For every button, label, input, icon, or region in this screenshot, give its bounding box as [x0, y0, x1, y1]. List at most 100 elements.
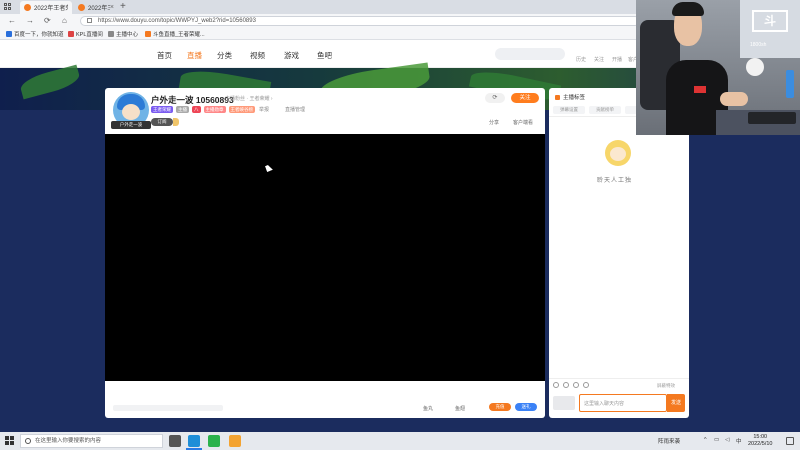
fishfin-control[interactable]: 鱼翅 — [455, 405, 465, 412]
new-tab-button[interactable]: + — [120, 1, 126, 12]
windows-taskbar: 在这里输入你要搜索的内容 阵雨来袭 ^ ▭ ◁ 中 15:00 2022/5/1… — [0, 432, 800, 450]
webcam-overlay: 斗 1800sh — [636, 0, 800, 135]
avatar-face — [122, 104, 140, 120]
gift-bar: 鱼丸 鱼翅 充值 送礼 — [105, 381, 545, 418]
search-icon — [25, 438, 31, 444]
cam-monitor: 斗 1800sh — [740, 0, 800, 58]
nav-item-live[interactable]: 直播 — [187, 50, 202, 61]
gift-icon[interactable] — [583, 382, 589, 388]
chat-header: 主播标签 — [555, 93, 585, 101]
browser-tab-second[interactable]: 2022年王者荣耀五五开黑节 × — [74, 1, 118, 14]
clock[interactable]: 15:00 2022/5/10 — [748, 434, 772, 448]
chat-panel: 主播标签 弹幕设置 贡献榜单 贵宾 聆天人工独 屏蔽特效 这里输入聊天内容 发送 — [549, 88, 689, 418]
mascot-caption: 聆天人工独 — [597, 178, 633, 184]
nav-broadcast-link[interactable]: 开播 — [612, 56, 622, 63]
room-title: 户外走一波 10560893 — [151, 95, 234, 105]
weather-widget[interactable]: 阵雨来袭 — [658, 437, 680, 445]
window-menu-icon[interactable] — [4, 3, 12, 11]
recharge-button[interactable]: 充值 — [489, 403, 511, 411]
send-button[interactable]: 发送 — [667, 394, 685, 412]
chat-input[interactable]: 这里输入聊天内容 — [579, 394, 667, 412]
badge-rank[interactable]: 王者峡谷榜 — [228, 106, 255, 113]
tag-icon — [555, 94, 560, 100]
network-icon[interactable]: ▭ — [714, 437, 719, 443]
bookmark-favicon-icon — [108, 31, 114, 37]
room-panel: 户外走一波 户外走一波 10560893 主播粉丝 · 王者荣耀 › 王者荣耀 … — [105, 88, 545, 418]
nav-item-category[interactable]: 分类 — [217, 50, 232, 61]
emoji-icon[interactable] — [553, 382, 559, 388]
report-link[interactable]: 举报 — [259, 106, 269, 113]
nav-item-fishbar[interactable]: 鱼吧 — [317, 50, 332, 61]
nav-history-link[interactable]: 历史 — [576, 56, 586, 63]
notification-icon[interactable] — [786, 437, 794, 445]
task-view-icon[interactable] — [169, 435, 181, 447]
avatar-label: 户外走一波 — [111, 121, 151, 129]
monitor-text: 1800sh — [750, 42, 767, 48]
send-gift-button[interactable]: 送礼 — [515, 403, 537, 411]
refresh-button[interactable]: ⟳ — [485, 93, 505, 103]
ime-indicator[interactable]: 中 — [736, 437, 742, 445]
bookmark-favicon-icon — [6, 31, 12, 37]
room-subtitle[interactable]: 主播粉丝 · 王者荣耀 › — [225, 95, 273, 102]
badge-level: 八 — [192, 106, 201, 113]
share-link[interactable]: 分享 — [489, 119, 499, 126]
follow-button[interactable]: 关注 — [511, 93, 539, 103]
forward-icon[interactable]: → — [26, 16, 34, 25]
lock-icon — [87, 18, 92, 23]
settings-icon[interactable] — [573, 382, 579, 388]
image-icon[interactable] — [563, 382, 569, 388]
bookmark-item[interactable]: KPL直播间 — [68, 30, 103, 38]
bookmark-item[interactable]: 百度一下，你就知道 — [6, 30, 64, 38]
site-search-input[interactable] — [495, 48, 565, 60]
tab-danmu-settings[interactable]: 弹幕设置 — [553, 106, 585, 114]
close-tab-icon[interactable]: × — [110, 4, 114, 11]
user-avatar-small[interactable] — [553, 396, 575, 410]
mascot-face — [610, 147, 626, 161]
douyu-favicon-icon — [24, 4, 31, 11]
nav-follow-link[interactable]: 关注 — [594, 56, 604, 63]
wechat-icon[interactable] — [208, 435, 220, 447]
badge-medal[interactable]: 主播勋章 — [203, 106, 226, 113]
douyu-logo-icon: 斗 — [752, 10, 788, 32]
url-input[interactable]: https://www.douyu.com/topic/WWPYJ_web2?r… — [80, 16, 640, 26]
home-icon[interactable]: ⌂ — [62, 16, 67, 25]
tray-expand-icon[interactable]: ^ — [704, 437, 707, 443]
nav-item-home[interactable]: 首页 — [157, 50, 172, 61]
bookmark-favicon-icon — [68, 31, 74, 37]
taskbar-search-input[interactable]: 在这里输入你要搜索的内容 — [20, 434, 163, 448]
streamer-hair — [672, 2, 704, 16]
mascot-image — [601, 134, 635, 168]
divider — [549, 378, 689, 379]
client-watch-link[interactable]: 客户端看 — [513, 119, 533, 126]
app-icon[interactable] — [229, 435, 241, 447]
douyu-favicon-icon — [78, 4, 85, 11]
room-badges: 王者荣耀 主播 八 主播勋章 王者峡谷榜 — [151, 106, 255, 113]
browser-tab-active[interactable]: 2022年王者荣耀五五开黑节 — [20, 1, 72, 14]
block-effects-toggle[interactable]: 屏蔽特效 — [657, 383, 675, 389]
badge-category[interactable]: 王者荣耀 — [151, 106, 173, 113]
start-menu-icon[interactable] — [5, 436, 15, 446]
gift-tray[interactable] — [113, 405, 223, 411]
tab-contribution[interactable]: 贡献榜单 — [589, 106, 621, 114]
back-icon[interactable]: ← — [8, 16, 16, 25]
subscribe-button[interactable]: 订阅 — [151, 118, 173, 126]
subscribe-extra[interactable] — [173, 118, 179, 126]
chat-tools — [553, 382, 589, 388]
video-player[interactable] — [105, 134, 545, 381]
bookmark-item[interactable]: 主播中心 — [108, 30, 138, 38]
bookmark-item[interactable]: 斗鱼直播_王者荣耀... — [145, 30, 205, 38]
plush-toy — [746, 58, 764, 76]
badge-host: 主播 — [176, 106, 189, 113]
streamer-arm — [720, 92, 748, 106]
water-bottle — [786, 70, 794, 98]
edge-browser-icon[interactable] — [188, 435, 200, 447]
nav-item-video[interactable]: 视频 — [250, 50, 265, 61]
volume-icon[interactable]: ◁ — [725, 437, 729, 443]
reload-icon[interactable]: ⟳ — [44, 16, 51, 25]
keyboard — [748, 112, 796, 124]
manage-link[interactable]: 直播管理 — [285, 106, 305, 113]
nav-item-game[interactable]: 游戏 — [284, 50, 299, 61]
mouse-cursor — [265, 164, 273, 172]
fishball-control[interactable]: 鱼丸 — [423, 405, 433, 412]
shirt-logo — [694, 86, 706, 93]
